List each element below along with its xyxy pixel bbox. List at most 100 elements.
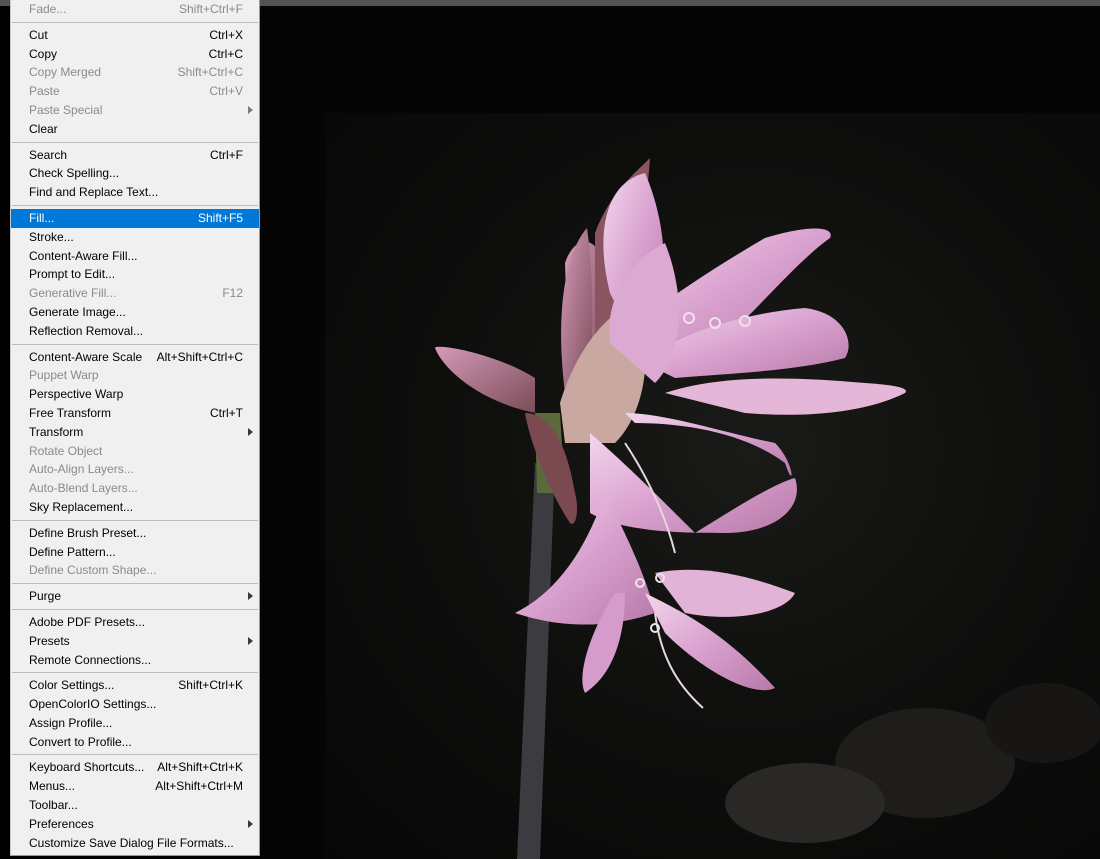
menu-item-perspective-warp[interactable]: Perspective Warp [11,385,259,404]
menu-item-generative-fill: Generative Fill... F12 [11,284,259,303]
menu-item-paste-special: Paste Special [11,101,259,120]
menu-item-purge[interactable]: Purge [11,587,259,606]
menu-item-content-aware-scale[interactable]: Content-Aware Scale Alt+Shift+Ctrl+C [11,348,259,367]
menu-item-label: Generative Fill... [29,286,117,301]
menu-item-label: Puppet Warp [29,368,99,383]
menu-separator [11,202,259,209]
menu-item-copy[interactable]: Copy Ctrl+C [11,45,259,64]
menu-item-shortcut: Ctrl+V [209,84,243,99]
menu-item-clear[interactable]: Clear [11,120,259,139]
menu-item-label: Assign Profile... [29,715,113,730]
menu-item-shortcut: F12 [222,286,243,301]
menu-item-remote-connections[interactable]: Remote Connections... [11,651,259,670]
menu-item-cut[interactable]: Cut Ctrl+X [11,26,259,45]
menu-item-label: Remote Connections... [29,652,152,667]
submenu-arrow-icon [248,105,253,114]
menu-item-rotate-object: Rotate Object [11,442,259,461]
menu-item-content-aware-fill[interactable]: Content-Aware Fill... [11,247,259,266]
menu-item-define-custom-shape: Define Custom Shape... [11,561,259,580]
menu-item-label: Check Spelling... [29,166,120,181]
menu-item-shortcut: Ctrl+C [208,46,243,61]
menu-item-auto-blend-layers: Auto-Blend Layers... [11,479,259,498]
menu-item-customize-save-dialog-file-formats[interactable]: Customize Save Dialog File Formats... [11,834,259,853]
menu-item-search[interactable]: Search Ctrl+F [11,146,259,165]
menu-item-label: Search [29,147,68,162]
menu-item-stroke[interactable]: Stroke... [11,228,259,247]
menu-item-fade: Fade... Shift+Ctrl+F [11,0,259,19]
menu-item-label: Cut [29,27,48,42]
menu-item-assign-profile[interactable]: Assign Profile... [11,714,259,733]
menu-item-label: Prompt to Edit... [29,267,116,282]
menu-item-menus[interactable]: Menus... Alt+Shift+Ctrl+M [11,777,259,796]
menu-separator [11,517,259,524]
menu-item-label: Define Brush Preset... [29,525,147,540]
menu-separator [11,341,259,348]
submenu-arrow-icon [248,592,253,601]
menu-item-toolbar[interactable]: Toolbar... [11,796,259,815]
menu-item-shortcut: Shift+Ctrl+C [177,65,243,80]
menu-item-shortcut: Alt+Shift+Ctrl+K [157,760,243,775]
document-canvas[interactable] [325,113,1100,859]
menu-item-label: OpenColorIO Settings... [29,697,157,712]
menu-item-label: Keyboard Shortcuts... [29,760,145,775]
menu-item-copy-merged: Copy Merged Shift+Ctrl+C [11,63,259,82]
menu-item-label: Customize Save Dialog File Formats... [29,835,234,850]
menu-item-label: Preferences [29,816,94,831]
menu-item-prompt-to-edit[interactable]: Prompt to Edit... [11,265,259,284]
menu-item-label: Fill... [29,210,55,225]
menu-separator [11,139,259,146]
menu-item-define-pattern[interactable]: Define Pattern... [11,543,259,562]
menu-item-adobe-pdf-presets[interactable]: Adobe PDF Presets... [11,613,259,632]
menu-item-preferences[interactable]: Preferences [11,815,259,834]
menu-item-shortcut: Shift+Ctrl+F [178,2,243,16]
menu-item-convert-to-profile[interactable]: Convert to Profile... [11,733,259,752]
menu-item-opencolorio-settings[interactable]: OpenColorIO Settings... [11,695,259,714]
menu-item-shortcut: Ctrl+T [210,405,243,420]
menu-item-shortcut: Alt+Shift+Ctrl+C [156,349,243,364]
menu-item-label: Paste Special [29,102,103,117]
menu-separator [11,751,259,758]
menu-item-label: Presets [29,633,70,648]
menu-item-label: Find and Replace Text... [29,185,159,200]
menu-item-shortcut: Shift+F5 [197,210,243,225]
menu-item-shortcut: Ctrl+X [209,27,243,42]
menu-item-check-spelling[interactable]: Check Spelling... [11,164,259,183]
menu-item-free-transform[interactable]: Free Transform Ctrl+T [11,404,259,423]
menu-item-label: Paste [29,84,60,99]
menu-item-label: Rotate Object [29,443,103,458]
menu-item-shortcut: Ctrl+F [210,147,243,162]
menu-item-presets[interactable]: Presets [11,632,259,651]
menu-item-label: Content-Aware Fill... [29,248,138,263]
menu-item-label: Menus... [29,779,76,794]
menu-item-sky-replacement[interactable]: Sky Replacement... [11,498,259,517]
menu-separator [11,606,259,613]
menu-item-label: Clear [29,121,58,136]
menu-item-label: Transform [29,424,84,439]
menu-item-shortcut: Alt+Shift+Ctrl+M [155,779,243,794]
submenu-arrow-icon [248,636,253,645]
menu-item-label: Color Settings... [29,678,115,693]
menu-item-shortcut: Shift+Ctrl+K [178,678,243,693]
flower-photo [435,158,1100,859]
menu-item-find-and-replace-text[interactable]: Find and Replace Text... [11,183,259,202]
menu-item-label: Define Pattern... [29,544,116,559]
submenu-arrow-icon [248,819,253,828]
menu-item-label: Perspective Warp [29,387,124,402]
menu-item-label: Purge [29,589,62,604]
menu-item-auto-align-layers: Auto-Align Layers... [11,460,259,479]
menu-item-label: Content-Aware Scale [29,349,143,364]
menu-item-label: Copy Merged [29,65,102,80]
menu-item-transform[interactable]: Transform [11,423,259,442]
menu-item-puppet-warp: Puppet Warp [11,366,259,385]
menu-item-label: Fade... [29,2,67,16]
menu-item-label: Generate Image... [29,304,126,319]
menu-item-generate-image[interactable]: Generate Image... [11,303,259,322]
menu-item-color-settings[interactable]: Color Settings... Shift+Ctrl+K [11,676,259,695]
menu-item-reflection-removal[interactable]: Reflection Removal... [11,322,259,341]
menu-item-fill[interactable]: Fill... Shift+F5 [11,208,259,228]
menu-separator [11,580,259,587]
menu-item-label: Sky Replacement... [29,499,134,514]
edit-menu: Fade... Shift+Ctrl+F Cut Ctrl+X Copy Ctrl+C Co… [10,0,260,856]
menu-item-keyboard-shortcuts[interactable]: Keyboard Shortcuts... Alt+Shift+Ctrl+K [11,758,259,777]
menu-item-define-brush-preset[interactable]: Define Brush Preset... [11,524,259,543]
